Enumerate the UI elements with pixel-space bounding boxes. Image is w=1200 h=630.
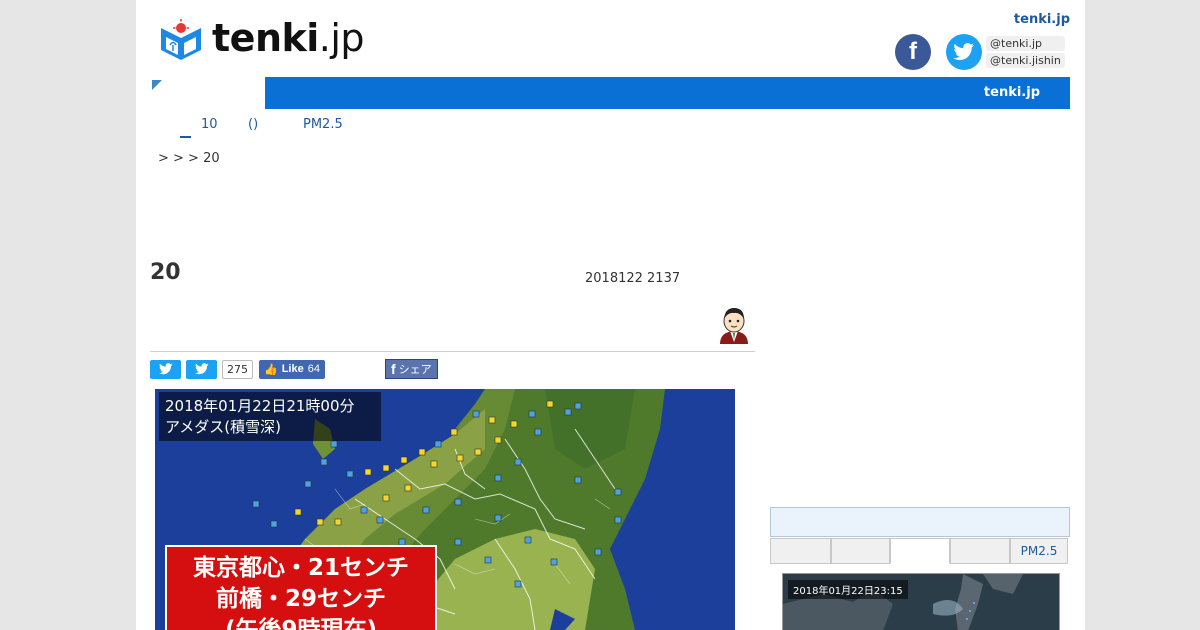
twitter-handle-tenki[interactable]: @tenki.jp <box>986 36 1065 51</box>
sidebar-tab-pm25[interactable]: PM2.5 <box>1010 538 1068 564</box>
site-logo[interactable]: tenki.jp <box>158 12 365 64</box>
map-timestamp: 2018年01月22日21時00分 <box>165 397 355 415</box>
callout-line-2: 前橋・29センチ <box>215 586 386 612</box>
share-label: シェア <box>398 363 432 376</box>
social-links: f @tenki.jp @tenki.jishin <box>895 34 1065 70</box>
sidebar-tabs: PM2.5 <box>770 538 1070 566</box>
logo-text-main: tenki <box>212 16 319 60</box>
tweet-button[interactable] <box>150 359 181 379</box>
sidebar-map-timestamp: 2018年01月22日23:15 <box>788 580 908 599</box>
like-count: 64 <box>307 363 320 375</box>
subnav-item-paren[interactable]: () <box>248 117 258 132</box>
snow-depth-callout: 東京都心・21センチ 前橋・29センチ (午後9時現在) <box>165 545 437 630</box>
article-title: 20 <box>150 260 181 285</box>
main-nav-bar: tenki.jp <box>265 77 1070 109</box>
tenki-logo-icon <box>161 17 201 60</box>
sidebar-tab-3[interactable] <box>890 538 950 564</box>
twitter-handle-jishin[interactable]: @tenki.jishin <box>986 53 1065 68</box>
sidebar-header-box <box>770 507 1070 537</box>
tweet-button-secondary[interactable] <box>186 359 217 379</box>
sidebar-weather-map[interactable]: 2018年01月22日23:15 <box>782 573 1060 630</box>
header-top-link[interactable]: tenki.jp <box>1014 12 1070 27</box>
sidebar-tab-1[interactable] <box>770 538 831 564</box>
page: tenki.jp tenki.jp f @tenki.jp @tenki.jis… <box>136 0 1085 630</box>
logo-text-suffix: .jp <box>318 16 365 60</box>
article-date: 2018122 2137 <box>585 271 681 286</box>
snow-depth-map: 2018年01月22日21時00分 アメダス(積雪深) 東京都心・21センチ 前… <box>155 389 735 630</box>
author-avatar-icon[interactable] <box>716 304 752 344</box>
map-timestamp-label: 2018年01月22日21時00分 アメダス(積雪深) <box>159 392 381 441</box>
facebook-like-button[interactable]: 👍 Like 64 <box>259 359 325 379</box>
callout-line-1: 東京都心・21センチ <box>192 555 409 581</box>
subnav-item-pm25[interactable]: PM2.5 <box>303 117 343 132</box>
breadcrumb[interactable]: > > > 20 <box>158 151 220 166</box>
facebook-icon[interactable]: f <box>895 34 931 70</box>
share-buttons: 275 👍 Like 64 f シェア <box>150 359 438 379</box>
like-label: Like <box>281 363 304 375</box>
sidebar-tab-2[interactable] <box>831 538 890 564</box>
sidebar-tab-4[interactable] <box>950 538 1010 564</box>
title-divider <box>150 351 755 352</box>
map-subtitle: アメダス(積雪深) <box>165 418 281 436</box>
callout-line-3: (午後9時現在) <box>224 617 378 630</box>
tweet-count: 275 <box>222 359 253 379</box>
facebook-share-button[interactable]: f シェア <box>385 359 438 379</box>
subnav-active-indicator <box>180 136 191 138</box>
twitter-handles: @tenki.jp @tenki.jishin <box>986 36 1065 68</box>
twitter-icon[interactable] <box>946 34 982 70</box>
nav-bar-link[interactable]: tenki.jp <box>984 85 1040 100</box>
thumbs-up-icon: 👍 <box>264 363 278 376</box>
subnav-item-10[interactable]: 10 <box>201 117 218 132</box>
facebook-f-icon: f <box>391 361 396 377</box>
corner-marker <box>152 80 162 90</box>
